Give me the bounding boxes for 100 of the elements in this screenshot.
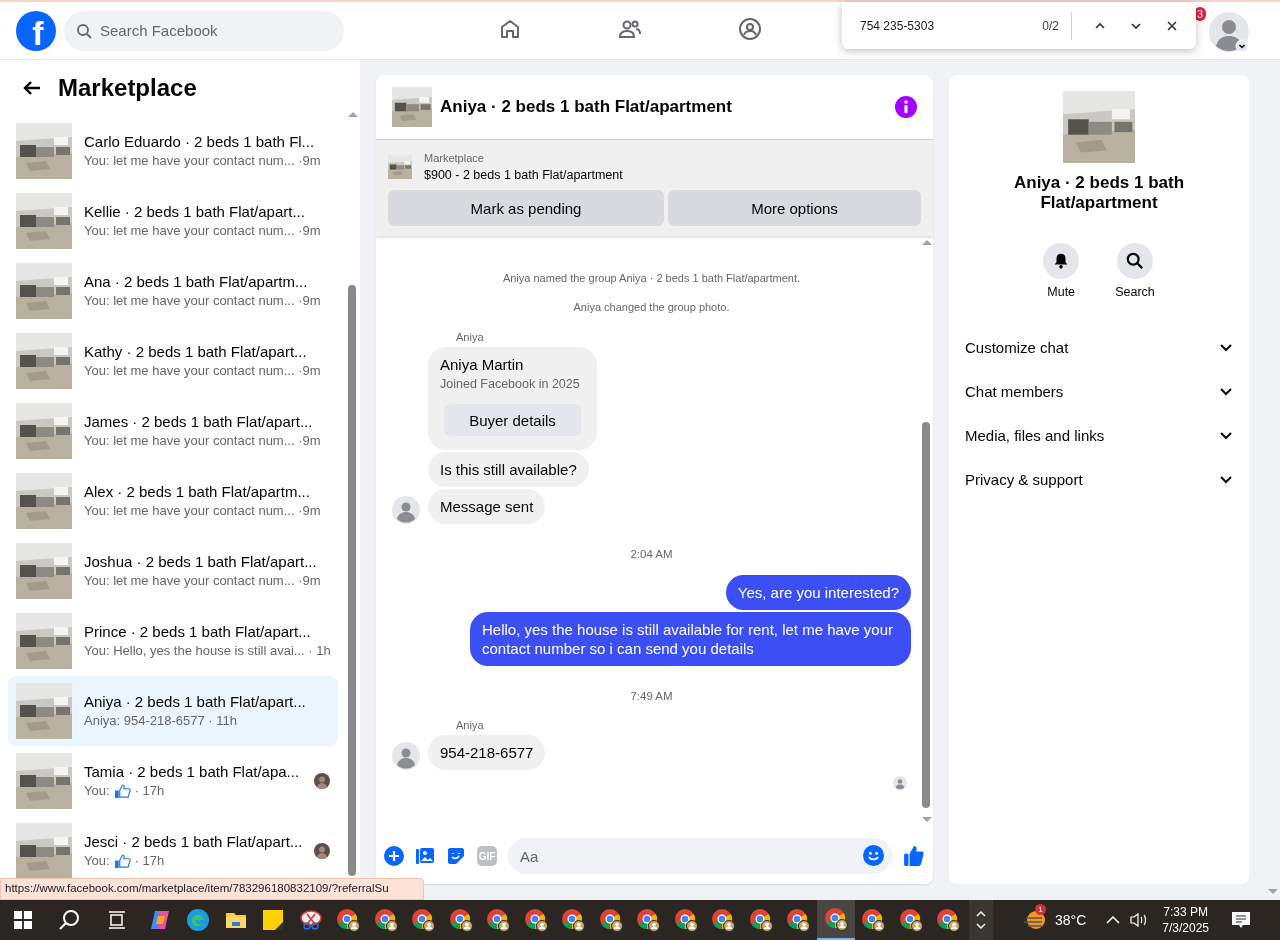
scroll-up-icon bbox=[348, 112, 358, 117]
notifications-icon[interactable] bbox=[1231, 910, 1251, 930]
conversation-title: Ana · 2 beds 1 bath Flat/apartm... bbox=[84, 272, 309, 292]
chrome-icon bbox=[673, 908, 698, 932]
caret-up-icon[interactable] bbox=[1106, 915, 1121, 925]
conversation-item[interactable]: Tamia · 2 beds 1 bath Flat/apa... You: · 17h bbox=[8, 746, 338, 816]
home-icon bbox=[498, 17, 522, 41]
scrollbar-thumb[interactable] bbox=[348, 285, 356, 876]
like-button[interactable] bbox=[903, 845, 925, 867]
chrome-icon bbox=[898, 908, 923, 932]
message-preview: You: bbox=[84, 782, 110, 800]
section-header[interactable]: Privacy & support bbox=[957, 457, 1241, 501]
message-timestamp: 2:04 AM bbox=[629, 548, 674, 560]
scroll-arrows-icon[interactable] bbox=[976, 910, 986, 930]
search-icon bbox=[76, 22, 92, 39]
chrome-icon bbox=[598, 908, 623, 932]
conversation-title: Kellie · 2 beds 1 bath Flat/apart... bbox=[84, 202, 306, 222]
url-tooltip: https://www.facebook.com/marketplace/item/783296180832109/?referralSu bbox=[0, 878, 424, 900]
photo-button[interactable] bbox=[415, 846, 435, 866]
plus-icon bbox=[384, 846, 404, 866]
message-field[interactable]: Aa bbox=[508, 838, 892, 874]
chrome-icon bbox=[448, 908, 473, 932]
outgoing-message: Yes, are you interested? bbox=[725, 575, 911, 610]
system-message: Aniya changed the group photo. bbox=[572, 300, 731, 314]
conversation-item[interactable]: Alex · 2 beds 1 bath Flat/apartm... You: let me have your contact num... ·9m bbox=[8, 466, 338, 536]
match-count: 0/2 bbox=[1042, 18, 1059, 33]
windows-icon bbox=[14, 911, 32, 929]
chrome-icon bbox=[373, 908, 398, 932]
profile-joined: Joined Facebook in 2025 bbox=[440, 376, 581, 393]
chrome-icon bbox=[748, 908, 773, 932]
find-field[interactable]: 754 235-5303 bbox=[858, 17, 1012, 34]
message-preview: You: let me have your contact num... ·9m bbox=[84, 572, 322, 590]
section-header[interactable]: Customize chat bbox=[957, 325, 1241, 369]
message-preview: You: let me have your contact num... ·9m bbox=[84, 362, 322, 380]
listing-label: Marketplace bbox=[424, 151, 485, 166]
conversation-title: Joshua · 2 beds 1 bath Flat/apart... bbox=[84, 552, 318, 572]
conversation-item[interactable]: Joshua · 2 beds 1 bath Flat/apart... You: let me have your contact num... ·9m bbox=[8, 536, 338, 606]
conversation-item[interactable]: Kathy · 2 beds 1 bath Flat/apart... You: let me have your contact num... ·9m bbox=[8, 326, 338, 396]
mark-pending-button[interactable]: Mark as pending bbox=[388, 190, 664, 226]
sender-name: Aniya bbox=[456, 719, 485, 731]
search-field[interactable]: Search Facebook bbox=[64, 10, 344, 51]
conversation-title: Carlo Eduardo · 2 beds 1 bath Fl... bbox=[84, 132, 316, 152]
sticker-button[interactable] bbox=[446, 846, 466, 866]
read-receipt-icon bbox=[893, 776, 907, 790]
message-preview: You: let me have your contact num... ·9m bbox=[84, 222, 322, 240]
chrome-icon bbox=[786, 908, 811, 932]
incoming-message: Message sent bbox=[428, 489, 546, 524]
scroll-up-icon bbox=[922, 240, 932, 245]
conversation-item[interactable]: Aniya · 2 beds 1 bath Flat/apart... Aniya: 954-218-6577 · 11h bbox=[8, 676, 338, 746]
section-header[interactable]: Chat members bbox=[957, 369, 1241, 413]
logo[interactable]: f bbox=[16, 10, 56, 51]
incoming-message: 954-218-6577 bbox=[428, 735, 546, 770]
chrome-icon bbox=[711, 908, 736, 932]
thumbs-up-icon bbox=[113, 783, 131, 799]
scissors-icon bbox=[298, 908, 323, 932]
message-preview: You: Hello, yes the house is still avai... · 1h bbox=[84, 642, 330, 660]
incoming-message: Is this still available? bbox=[428, 452, 589, 487]
conversation-item[interactable]: Carlo Eduardo · 2 beds 1 bath Fl... You: let me have your contact num... ·9m bbox=[8, 116, 338, 186]
chrome-icon bbox=[523, 908, 548, 932]
chrome-icon bbox=[411, 908, 436, 932]
sidebar-title: Marketplace bbox=[58, 74, 197, 102]
weather-widget[interactable]: 1 38°C bbox=[1023, 900, 1087, 940]
buyer-details-button[interactable]: Buyer details bbox=[444, 404, 581, 436]
speaker-icon[interactable] bbox=[1130, 912, 1149, 928]
conversation-item[interactable]: James · 2 beds 1 bath Flat/apart... You: let me have your contact num... ·9m bbox=[8, 396, 338, 466]
message-timestamp: 7:49 AM bbox=[629, 690, 674, 702]
scroll-down-icon bbox=[1268, 889, 1278, 894]
conversation-title: Aniya · 2 beds 1 bath Flat/apart... bbox=[84, 692, 307, 712]
thumbs-up-icon bbox=[113, 853, 131, 869]
conversation-item[interactable]: Ana · 2 beds 1 bath Flat/apartm... You: let me have your contact num... ·9m bbox=[8, 256, 338, 326]
scrollbar-thumb[interactable] bbox=[922, 422, 930, 808]
section-header[interactable]: Media, files and links bbox=[957, 413, 1241, 457]
listing-title[interactable]: $900 - 2 beds 1 bath Flat/apartment bbox=[424, 166, 623, 184]
chrome-app[interactable] bbox=[817, 900, 855, 940]
conversation-title: Alex · 2 beds 1 bath Flat/apartm... bbox=[84, 482, 311, 502]
conversation-item[interactable]: Kellie · 2 beds 1 bath Flat/apart... You: let me have your contact num... ·9m bbox=[8, 186, 338, 256]
sticker-icon bbox=[446, 846, 466, 866]
conversation-title: Kathy · 2 beds 1 bath Flat/apart... bbox=[84, 342, 308, 362]
emoji-icon[interactable] bbox=[863, 845, 884, 866]
info-icon[interactable] bbox=[895, 96, 917, 118]
conversation-name: Aniya · 2 beds 1 bath Flat/apartment bbox=[1012, 173, 1185, 213]
message-time: · 17h bbox=[134, 782, 165, 800]
chrome-icon bbox=[486, 908, 511, 932]
profile-button[interactable] bbox=[1209, 12, 1249, 55]
chrome-icon bbox=[336, 908, 361, 932]
outgoing-message: Hello, yes the house is still available for rent, let me have your contact number so i can send you details bbox=[470, 612, 911, 666]
sticky-note-icon bbox=[261, 908, 286, 932]
chrome-icon bbox=[823, 907, 848, 931]
system-message: Aniya named the group Aniya · 2 beds 1 bath Flat/apartment. bbox=[501, 271, 802, 285]
profile-name: Aniya Martin bbox=[440, 355, 525, 375]
add-button[interactable] bbox=[384, 846, 404, 866]
search-icon bbox=[58, 909, 80, 931]
image-icon bbox=[415, 846, 435, 866]
message-preview: Aniya: 954-218-6577 · 11h bbox=[84, 712, 238, 730]
clock[interactable]: 7:33 PM 7/3/2025 bbox=[1162, 904, 1209, 936]
more-options-button[interactable]: More options bbox=[668, 190, 921, 226]
message-preview: You: let me have your contact num... ·9m bbox=[84, 152, 322, 170]
conversation-title: Tamia · 2 beds 1 bath Flat/apa... bbox=[84, 762, 298, 782]
conversation-item[interactable]: Prince · 2 beds 1 bath Flat/apart... You: Hello, yes the house is still avai... · 1h bbox=[8, 606, 338, 676]
sun-haze-icon bbox=[1023, 908, 1047, 932]
